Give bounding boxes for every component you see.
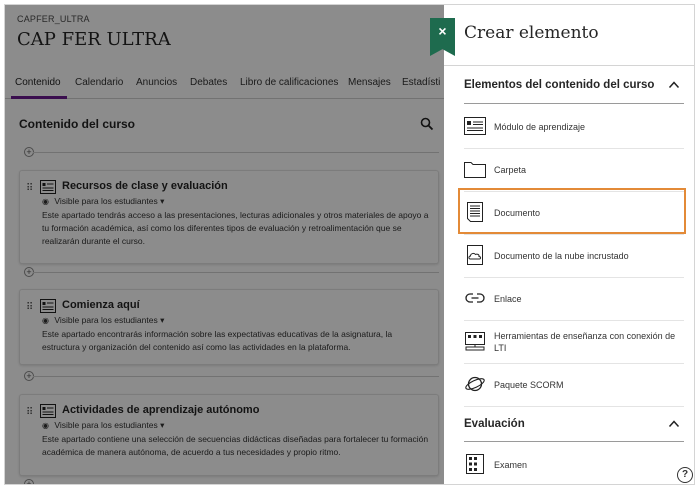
create-scorm-package[interactable]: Paquete SCORM [464,364,684,407]
test-icon [466,454,484,474]
group-label: Evaluación [464,418,525,430]
group-underline [464,441,684,442]
group-course-content-toggle[interactable]: Elementos del contenido del curso [464,77,684,99]
item-label: Examen [494,460,528,470]
create-lti-tool[interactable]: Herramientas de enseñanza con conexión d… [464,321,684,364]
learning-module-icon [464,117,486,135]
course-page: CAPFER_ULTRA CAP FER ULTRA Contenido Cal… [5,5,444,484]
create-folder[interactable]: Carpeta [464,149,684,192]
help-icon[interactable]: ? [677,467,693,483]
panel-title: Crear elemento [464,23,599,43]
item-label: Paquete SCORM [494,380,564,390]
group-evaluation-toggle[interactable]: Evaluación [464,416,684,438]
link-icon [465,293,485,303]
app-frame: CAPFER_ULTRA CAP FER ULTRA Contenido Cal… [4,4,695,485]
create-cloud-document[interactable]: Documento de la nube incrustado [464,235,684,278]
create-test[interactable]: Examen [464,444,684,484]
item-label: Enlace [494,294,522,304]
create-item-panel: Crear elemento Elementos del contenido d… [444,5,694,484]
scorm-icon [465,376,485,392]
folder-icon [464,162,486,178]
create-link[interactable]: Enlace [464,278,684,321]
item-label: Módulo de aprendizaje [494,122,586,132]
highlight-box [458,188,686,234]
group-underline [464,103,684,104]
create-learning-module[interactable]: Módulo de aprendizaje [464,106,684,149]
group-label: Elementos del contenido del curso [464,79,655,91]
chevron-up-icon [668,81,680,89]
chevron-up-icon [668,420,680,428]
lti-tool-icon [465,332,485,351]
panel-divider [444,65,694,66]
modal-overlay[interactable] [5,5,444,484]
item-label: Carpeta [494,165,527,175]
item-label: Documento de la nube incrustado [494,251,629,261]
cloud-document-icon [467,245,483,265]
item-label: Herramientas de enseñanza con conexión d… [494,331,676,353]
